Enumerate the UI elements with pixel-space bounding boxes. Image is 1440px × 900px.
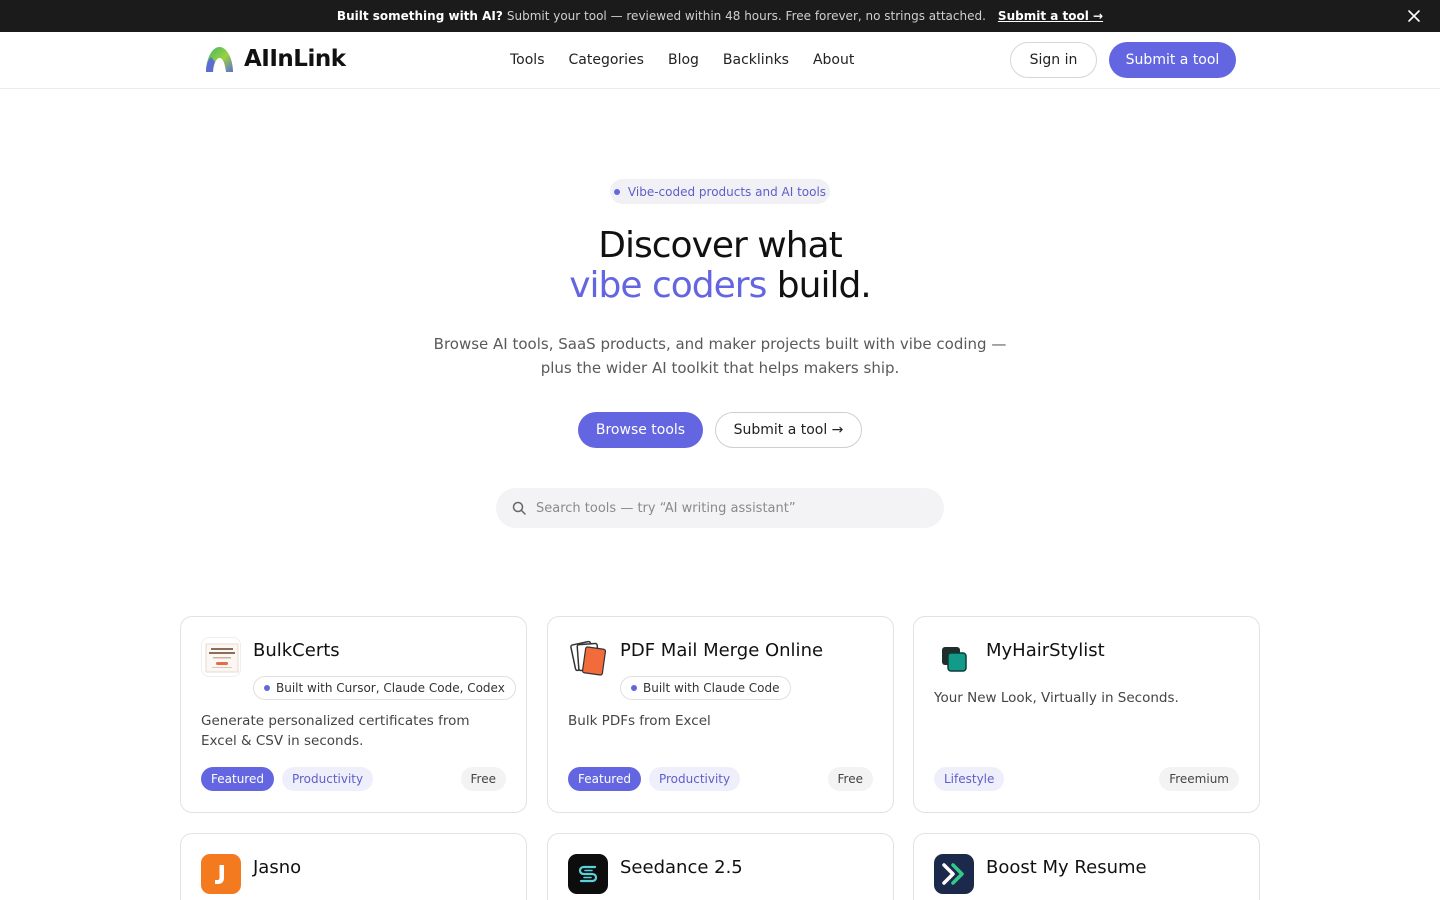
tool-card[interactable]: MyHairStylist Your New Look, Virtually i… [913, 616, 1260, 813]
announcement-bar: Built something with AI? Submit your too… [0, 0, 1440, 32]
built-with-text: Built with Cursor, Claude Code, Codex [276, 681, 505, 695]
nav-categories[interactable]: Categories [569, 52, 644, 68]
announcement-text: Submit your tool — reviewed within 48 ho… [506, 9, 986, 23]
pdf-stack-icon [568, 637, 608, 677]
badge-dot [264, 685, 270, 691]
sign-in-button[interactable]: Sign in [1010, 42, 1097, 78]
badge-dot [631, 685, 637, 691]
tool-name: Jasno [253, 857, 302, 878]
black-s-icon [568, 854, 608, 894]
main-nav: Tools Categories Blog Backlinks About [510, 32, 854, 88]
logo-text: AIInLink [244, 46, 346, 72]
tool-description: Your New Look, Virtually in Seconds. [934, 690, 1179, 706]
tag-featured[interactable]: Featured [201, 767, 274, 791]
certificate-icon [201, 637, 241, 677]
price-badge: Free [827, 767, 873, 791]
tool-tags: Featured Productivity [568, 767, 741, 791]
nav-blog[interactable]: Blog [668, 52, 699, 68]
price-badge: Free [460, 767, 506, 791]
tool-description: Bulk PDFs from Excel [568, 713, 711, 729]
tool-name: Boost My Resume [986, 857, 1147, 878]
tag-productivity[interactable]: Productivity [648, 767, 741, 791]
tool-name: MyHairStylist [986, 640, 1105, 661]
tool-tags: Featured Productivity [201, 767, 374, 791]
hero-title: Discover what vibe coders build. [0, 226, 1440, 306]
hero-title-accent: vibe coders [569, 265, 767, 306]
built-with-badge: Built with Cursor, Claude Code, Codex [253, 676, 516, 700]
hero-title-end: build. [766, 265, 872, 306]
search-input[interactable] [536, 500, 916, 516]
tool-card[interactable]: Boost My Resume [913, 833, 1260, 900]
tag-featured[interactable]: Featured [568, 767, 641, 791]
built-with-badge: Built with Claude Code [620, 676, 791, 700]
tool-name: PDF Mail Merge Online [620, 640, 824, 661]
tag-lifestyle[interactable]: Lifestyle [934, 767, 1005, 791]
tool-card[interactable]: BulkCerts Built with Cursor, Claude Code… [180, 616, 527, 813]
hero-submit-tool-button[interactable]: Submit a tool → [715, 412, 862, 448]
announcement-lead: Built something with AI? [336, 9, 503, 23]
hero-pill-text: Vibe-coded products and AI tools [627, 184, 827, 199]
nav-backlinks[interactable]: Backlinks [723, 52, 789, 68]
browse-tools-button[interactable]: Browse tools [578, 412, 703, 448]
hero-pill: Vibe-coded products and AI tools [610, 179, 830, 204]
built-with-text: Built with Claude Code [643, 681, 780, 695]
search-icon [512, 501, 526, 515]
close-icon[interactable] [1406, 8, 1422, 24]
tool-card[interactable]: PDF Mail Merge Online Built with Claude … [547, 616, 894, 813]
nav-tools[interactable]: Tools [510, 52, 545, 68]
announcement-submit-link[interactable]: Submit a tool → [998, 9, 1103, 23]
hero-title-line2: vibe coders build. [0, 266, 1440, 306]
tool-card[interactable]: Jasno [180, 833, 527, 900]
tool-name: BulkCerts [253, 640, 340, 661]
tool-description: Generate personalized certificates from … [201, 713, 470, 749]
nav-about[interactable]: About [813, 52, 854, 68]
tool-name: Seedance 2.5 [620, 857, 743, 878]
teal-squares-icon [934, 637, 974, 677]
tool-tags: Lifestyle [934, 767, 1005, 791]
logo[interactable]: AIInLink [204, 45, 346, 73]
tag-productivity[interactable]: Productivity [281, 767, 374, 791]
hero-subtitle: Browse AI tools, SaaS products, and make… [433, 335, 1007, 377]
search-bar[interactable] [496, 488, 944, 528]
hero-title-line1: Discover what [598, 225, 842, 266]
pill-dot [613, 188, 620, 195]
navy-chevron-icon [934, 854, 974, 894]
tool-card[interactable]: Seedance 2.5 [547, 833, 894, 900]
orange-j-icon [201, 854, 241, 894]
site-header: AIInLink Tools Categories Blog Backlinks… [0, 32, 1440, 89]
submit-tool-button[interactable]: Submit a tool [1109, 42, 1236, 78]
logo-icon [206, 47, 233, 72]
price-badge: Freemium [1159, 767, 1239, 791]
